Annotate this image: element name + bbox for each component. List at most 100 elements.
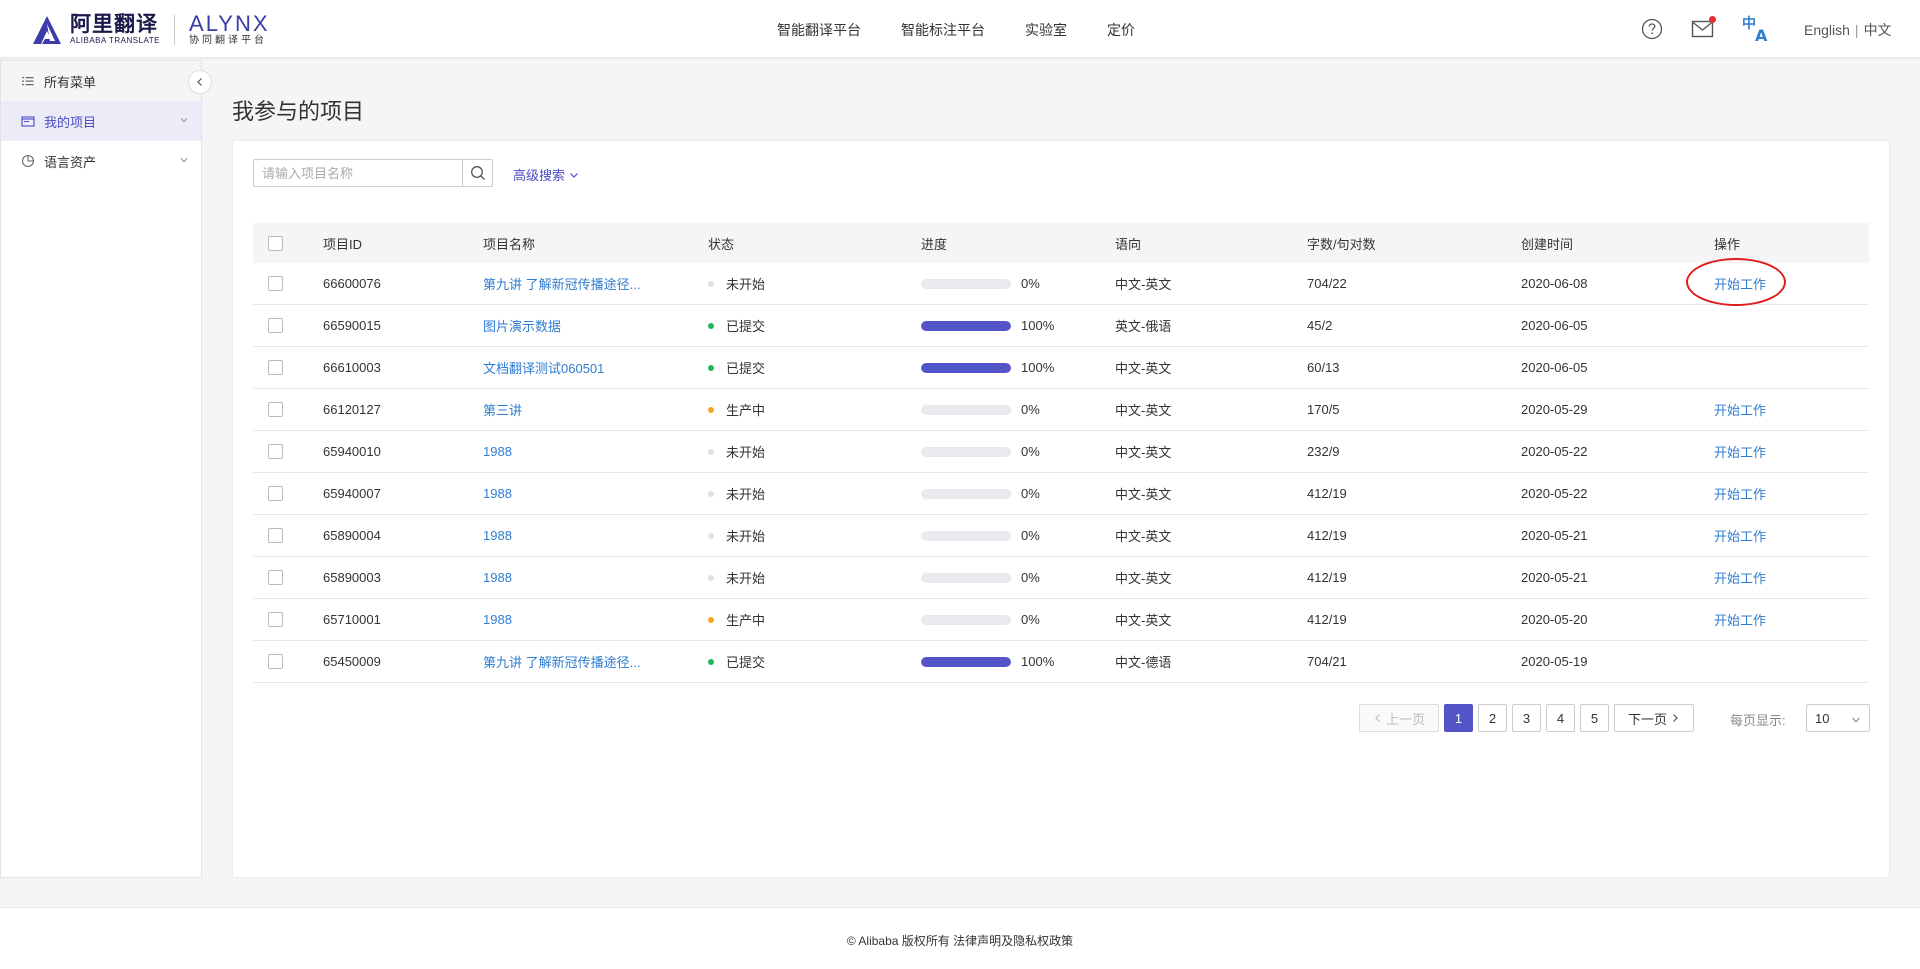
row-checkbox[interactable] bbox=[268, 654, 283, 669]
project-name-link[interactable]: 1988 bbox=[483, 473, 512, 514]
nav-lab[interactable]: 实验室 bbox=[1025, 20, 1067, 40]
status-cell: 未开始 bbox=[708, 431, 765, 472]
progress-text: 0% bbox=[1021, 444, 1040, 459]
project-card: 高级搜索 项目ID 项目名称 状态 进度 语向 字数/句对数 创建时间 操作 6… bbox=[232, 140, 1890, 878]
logo[interactable]: 阿里翻译 ALIBABA TRANSLATE ALYNX 协同翻译平台 bbox=[30, 12, 270, 48]
col-header-count: 字数/句对数 bbox=[1307, 236, 1376, 252]
progress-text: 0% bbox=[1021, 276, 1040, 291]
created-date: 2020-05-21 bbox=[1521, 528, 1588, 543]
project-name-link[interactable]: 文档翻译测试060501 bbox=[483, 347, 604, 388]
project-name-link[interactable]: 1988 bbox=[483, 557, 512, 598]
project-id: 65940007 bbox=[323, 486, 381, 501]
project-name-link[interactable]: 第三讲 bbox=[483, 389, 522, 430]
prev-page-button[interactable]: 上一页 bbox=[1359, 704, 1439, 732]
start-work-link[interactable]: 开始工作 bbox=[1714, 389, 1766, 430]
project-id: 65890003 bbox=[323, 570, 381, 585]
status-dot bbox=[708, 574, 714, 581]
pie-icon bbox=[21, 154, 35, 168]
progress-bar bbox=[921, 278, 1011, 289]
word-sentence-count: 45/2 bbox=[1307, 318, 1333, 333]
status-text: 已提交 bbox=[726, 319, 766, 334]
project-name-link[interactable]: 1988 bbox=[483, 599, 512, 640]
table-row: 65710001 1988 生产中 0% 中文-英文 412/19 2020-05-20 开始… bbox=[253, 599, 1869, 641]
row-checkbox[interactable] bbox=[268, 402, 283, 417]
progress-text: 100% bbox=[1021, 654, 1055, 669]
translate-icon[interactable]: 中 A bbox=[1742, 14, 1772, 44]
alynx-name: ALYNX bbox=[189, 11, 270, 36]
search-icon bbox=[470, 166, 485, 180]
table-row: 65940007 1988 未开始 0% 中文-英文 412/19 2020-05-22 开始… bbox=[253, 473, 1869, 515]
language-pair: 中文-英文 bbox=[1115, 487, 1172, 502]
progress-text: 0% bbox=[1021, 486, 1040, 501]
mail-button[interactable] bbox=[1691, 16, 1716, 40]
page-button-4[interactable]: 4 bbox=[1546, 704, 1575, 732]
nav-smart-translate[interactable]: 智能翻译平台 bbox=[777, 20, 861, 40]
word-sentence-count: 412/19 bbox=[1307, 486, 1347, 501]
start-work-link[interactable]: 开始工作 bbox=[1714, 557, 1766, 598]
status-cell: 未开始 bbox=[708, 557, 765, 598]
next-page-button[interactable]: 下一页 bbox=[1614, 704, 1694, 732]
page-button-3[interactable]: 3 bbox=[1512, 704, 1541, 732]
select-all-checkbox[interactable] bbox=[268, 235, 283, 251]
help-icon[interactable] bbox=[1641, 18, 1663, 40]
language-switch: English | 中文 bbox=[1804, 20, 1892, 40]
word-sentence-count: 412/19 bbox=[1307, 612, 1347, 627]
col-header-progress: 进度 bbox=[921, 236, 948, 252]
nav-pricing[interactable]: 定价 bbox=[1107, 20, 1135, 40]
search-button[interactable] bbox=[462, 160, 492, 186]
status-text: 未开始 bbox=[726, 487, 766, 502]
sidebar-collapse-button[interactable] bbox=[188, 70, 212, 94]
word-sentence-count: 170/5 bbox=[1307, 402, 1340, 417]
progress-cell: 0% bbox=[921, 557, 1040, 598]
start-work-link[interactable]: 开始工作 bbox=[1714, 431, 1766, 472]
sidebar-item-label: 我的项目 bbox=[44, 114, 97, 130]
start-work-link[interactable]: 开始工作 bbox=[1714, 515, 1766, 556]
word-sentence-count: 704/21 bbox=[1307, 654, 1347, 669]
status-cell: 生产中 bbox=[708, 599, 765, 640]
language-pair: 中文-德语 bbox=[1115, 655, 1172, 670]
page-button-1[interactable]: 1 bbox=[1444, 704, 1473, 732]
progress-bar bbox=[921, 362, 1011, 373]
project-name-link[interactable]: 1988 bbox=[483, 515, 512, 556]
row-checkbox[interactable] bbox=[268, 486, 283, 501]
page-button-5[interactable]: 5 bbox=[1580, 704, 1609, 732]
row-checkbox[interactable] bbox=[268, 276, 283, 291]
status-dot bbox=[708, 532, 714, 539]
start-work-link[interactable]: 开始工作 bbox=[1714, 263, 1766, 304]
lang-chinese[interactable]: 中文 bbox=[1864, 22, 1892, 38]
status-dot bbox=[708, 448, 714, 455]
page-button-2[interactable]: 2 bbox=[1478, 704, 1507, 732]
project-name-link[interactable]: 第九讲 了解新冠传播途径... bbox=[483, 641, 640, 682]
progress-cell: 0% bbox=[921, 263, 1040, 304]
row-checkbox[interactable] bbox=[268, 612, 283, 627]
sidebar-item-all-menus[interactable]: 所有菜单 bbox=[1, 61, 201, 101]
start-work-link[interactable]: 开始工作 bbox=[1714, 473, 1766, 514]
row-checkbox[interactable] bbox=[268, 360, 283, 375]
sidebar-item-my-projects[interactable]: 我的项目 bbox=[1, 101, 201, 141]
sidebar-item-label: 所有菜单 bbox=[44, 74, 97, 90]
advanced-search-toggle[interactable]: 高级搜索 bbox=[513, 165, 579, 184]
row-checkbox[interactable] bbox=[268, 528, 283, 543]
status-text: 未开始 bbox=[726, 529, 766, 544]
sidebar-item-language-assets[interactable]: 语言资产 bbox=[1, 141, 201, 181]
project-name-link[interactable]: 图片演示数据 bbox=[483, 305, 561, 346]
row-checkbox[interactable] bbox=[268, 318, 283, 333]
start-work-link[interactable]: 开始工作 bbox=[1714, 599, 1766, 640]
status-dot bbox=[708, 490, 714, 497]
search-input[interactable] bbox=[254, 160, 462, 186]
per-page-select[interactable]: 10 bbox=[1806, 704, 1870, 732]
project-id: 66590015 bbox=[323, 318, 381, 333]
project-name-link[interactable]: 1988 bbox=[483, 431, 512, 472]
lang-english[interactable]: English bbox=[1804, 22, 1850, 38]
nav-smart-annotation[interactable]: 智能标注平台 bbox=[901, 20, 985, 40]
chevron-down-icon bbox=[570, 172, 578, 178]
progress-text: 0% bbox=[1021, 570, 1040, 585]
project-id: 66120127 bbox=[323, 402, 381, 417]
project-name-link[interactable]: 第九讲 了解新冠传播途径... bbox=[483, 263, 640, 304]
row-checkbox[interactable] bbox=[268, 444, 283, 459]
row-checkbox[interactable] bbox=[268, 570, 283, 585]
word-sentence-count: 704/22 bbox=[1307, 276, 1347, 291]
search-box bbox=[253, 159, 493, 187]
status-dot bbox=[708, 322, 714, 329]
progress-text: 100% bbox=[1021, 360, 1055, 375]
